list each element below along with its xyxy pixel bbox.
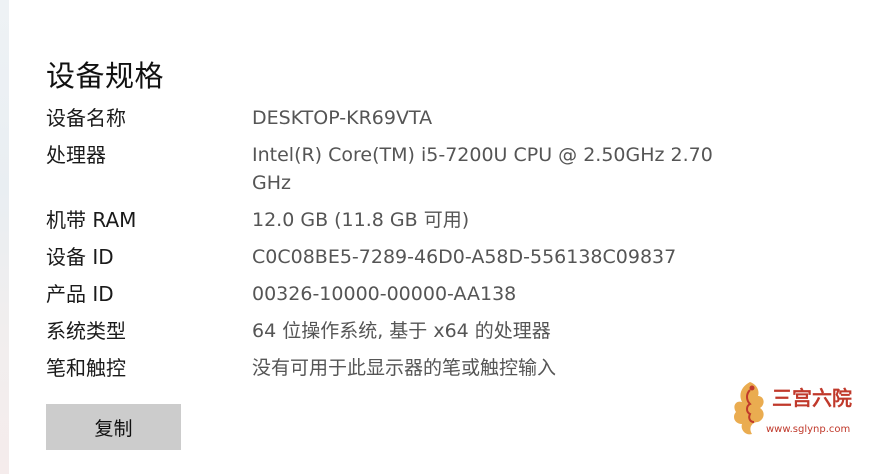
spec-label: 产品 ID [46, 282, 114, 306]
watermark-url: www.sglynp.com [766, 424, 851, 435]
copy-button[interactable]: 复制 [46, 404, 181, 450]
spec-value: 00326-10000-00000-AA138 [252, 283, 517, 305]
spec-value: 没有可用于此显示器的笔或触控输入 [252, 357, 557, 379]
spec-value: DESKTOP-KR69VTA [252, 107, 433, 129]
spec-label: 机带 RAM [46, 208, 137, 232]
window-left-edge [0, 0, 9, 474]
spec-value: C0C08BE5-7289-46D0-A58D-556138C09837 [252, 246, 677, 268]
spec-value: 64 位操作系统, 基于 x64 的处理器 [252, 320, 551, 342]
watermark-logo: 三宫六院 www.sglynp.com [728, 376, 868, 446]
spec-value: Intel(R) Core(TM) i5-7200U CPU @ 2.50GHz… [252, 144, 713, 194]
spec-label: 设备名称 [46, 106, 126, 130]
spec-label: 系统类型 [46, 319, 126, 343]
spec-label: 笔和触控 [46, 356, 126, 380]
spec-label: 处理器 [46, 143, 106, 167]
spec-label: 设备 ID [46, 245, 114, 269]
watermark-name: 三宫六院 [772, 386, 852, 410]
spec-value: 12.0 GB (11.8 GB 可用) [252, 209, 470, 231]
page-title: 设备规格 [46, 59, 165, 94]
